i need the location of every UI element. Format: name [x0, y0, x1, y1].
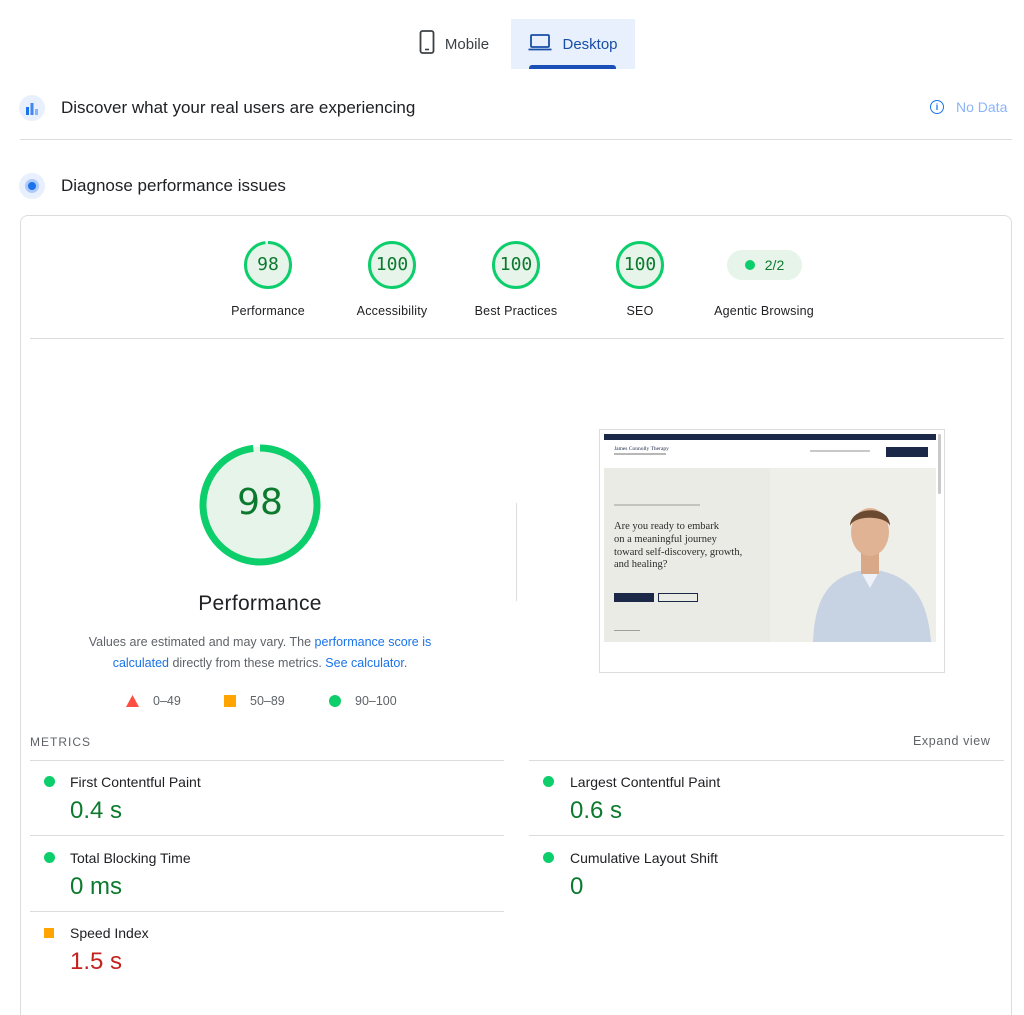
accessibility-label: Accessibility	[356, 304, 428, 318]
legend-fail: 0–49	[126, 694, 181, 708]
legend-pass: 90–100	[329, 694, 397, 708]
lcp-label: Largest Contentful Paint	[570, 774, 721, 790]
tab-active-indicator	[529, 65, 616, 69]
see-calculator-link[interactable]: See calculator	[325, 656, 404, 670]
accessibility-score: 100	[375, 254, 409, 275]
seo-score: 100	[623, 254, 657, 275]
diagnose-title: Diagnose performance issues	[61, 176, 286, 195]
pass-dot-icon	[543, 852, 554, 863]
tbt-value: 0 ms	[70, 873, 123, 900]
circle-icon	[329, 695, 341, 707]
cls-value: 0	[570, 873, 584, 900]
screenshot-slider-dots	[614, 630, 640, 631]
lcp-value: 0.6 s	[570, 797, 623, 824]
laptop-icon	[528, 33, 552, 55]
best-practices-score: 100	[499, 254, 533, 275]
screenshot-headline: Are you ready to embark on a meaningful …	[614, 521, 743, 571]
square-icon	[224, 695, 236, 707]
performance-heading: Performance	[198, 592, 322, 615]
metrics-heading: METRICS	[30, 735, 91, 749]
expand-view-toggle[interactable]: Expand view	[913, 734, 990, 748]
no-data-label: No Data	[956, 99, 1008, 115]
screenshot-scrollbar	[938, 434, 941, 494]
pass-dot-icon	[44, 852, 55, 863]
fcp-label: First Contentful Paint	[70, 774, 201, 790]
screenshot-portrait	[813, 508, 931, 642]
phone-icon	[419, 30, 435, 58]
pass-dot-icon	[44, 776, 55, 787]
screenshot-nav	[810, 450, 870, 452]
screenshot-cta	[886, 447, 928, 457]
tab-mobile[interactable]: Mobile	[398, 19, 510, 69]
screenshot-tagline	[614, 453, 666, 455]
agentic-label: Agentic Browsing	[714, 304, 814, 318]
seo-label: SEO	[626, 304, 654, 318]
divider	[529, 835, 1004, 836]
legend-average: 50–89	[224, 694, 285, 708]
screenshot-site-name: James Connolly Therapy	[614, 446, 669, 452]
average-square-icon	[44, 928, 54, 938]
agentic-badge: 2/2	[727, 250, 802, 280]
performance-score-large: 98	[237, 482, 283, 523]
tab-desktop[interactable]: Desktop	[511, 19, 635, 69]
pass-dot-icon	[744, 260, 755, 270]
screenshot-about-button	[658, 593, 698, 602]
performance-score: 98	[257, 254, 279, 275]
info-icon[interactable]: i	[930, 100, 944, 114]
best-practices-label: Best Practices	[474, 304, 558, 318]
divider	[529, 760, 1004, 761]
divider	[30, 338, 1004, 339]
performance-label: Performance	[231, 304, 305, 318]
vertical-divider	[516, 503, 517, 601]
final-screenshot[interactable]: James Connolly Therapy Are you ready to …	[599, 429, 945, 673]
fcp-value: 0.4 s	[70, 797, 123, 824]
divider	[30, 835, 504, 836]
users-chart-icon	[19, 95, 45, 121]
tab-desktop-label: Desktop	[562, 35, 618, 53]
divider	[20, 139, 1012, 140]
crux-status: i No Data	[930, 99, 1007, 115]
performance-description: Values are estimated and may vary. The p…	[88, 635, 432, 670]
crux-title: Discover what your real users are experi…	[61, 98, 416, 117]
si-value: 1.5 s	[70, 948, 123, 975]
tab-mobile-label: Mobile	[444, 35, 490, 53]
screenshot-book-button	[614, 593, 654, 602]
screenshot-topbar	[604, 434, 936, 440]
tbt-label: Total Blocking Time	[70, 850, 191, 866]
triangle-icon	[126, 695, 139, 707]
screenshot-kicker	[614, 504, 700, 506]
si-label: Speed Index	[70, 925, 149, 941]
divider	[30, 911, 504, 912]
divider	[30, 760, 504, 761]
cls-label: Cumulative Layout Shift	[570, 850, 718, 866]
pass-dot-icon	[543, 776, 554, 787]
agentic-value: 2/2	[764, 257, 785, 273]
lighthouse-icon	[19, 173, 45, 199]
